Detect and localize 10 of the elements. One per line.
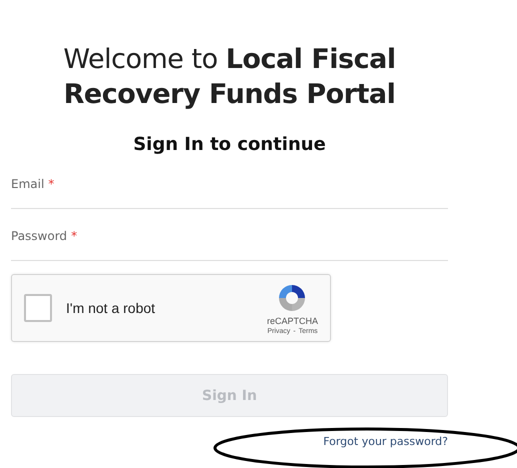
robot-label: I'm not a robot: [66, 300, 156, 316]
email-field[interactable]: Email *: [11, 177, 448, 209]
required-mark: *: [48, 177, 54, 191]
welcome-heading: Welcome to Local Fiscal Recovery Funds Portal: [62, 43, 397, 112]
forgot-password-link[interactable]: Forgot your password?: [323, 435, 448, 448]
required-mark: *: [71, 229, 78, 243]
sign-in-subheading: Sign In to continue: [133, 134, 326, 155]
password-field[interactable]: Password *: [11, 229, 448, 261]
recaptcha-brand: reCAPTCHA: [266, 316, 318, 326]
robot-checkbox[interactable]: [24, 294, 52, 322]
